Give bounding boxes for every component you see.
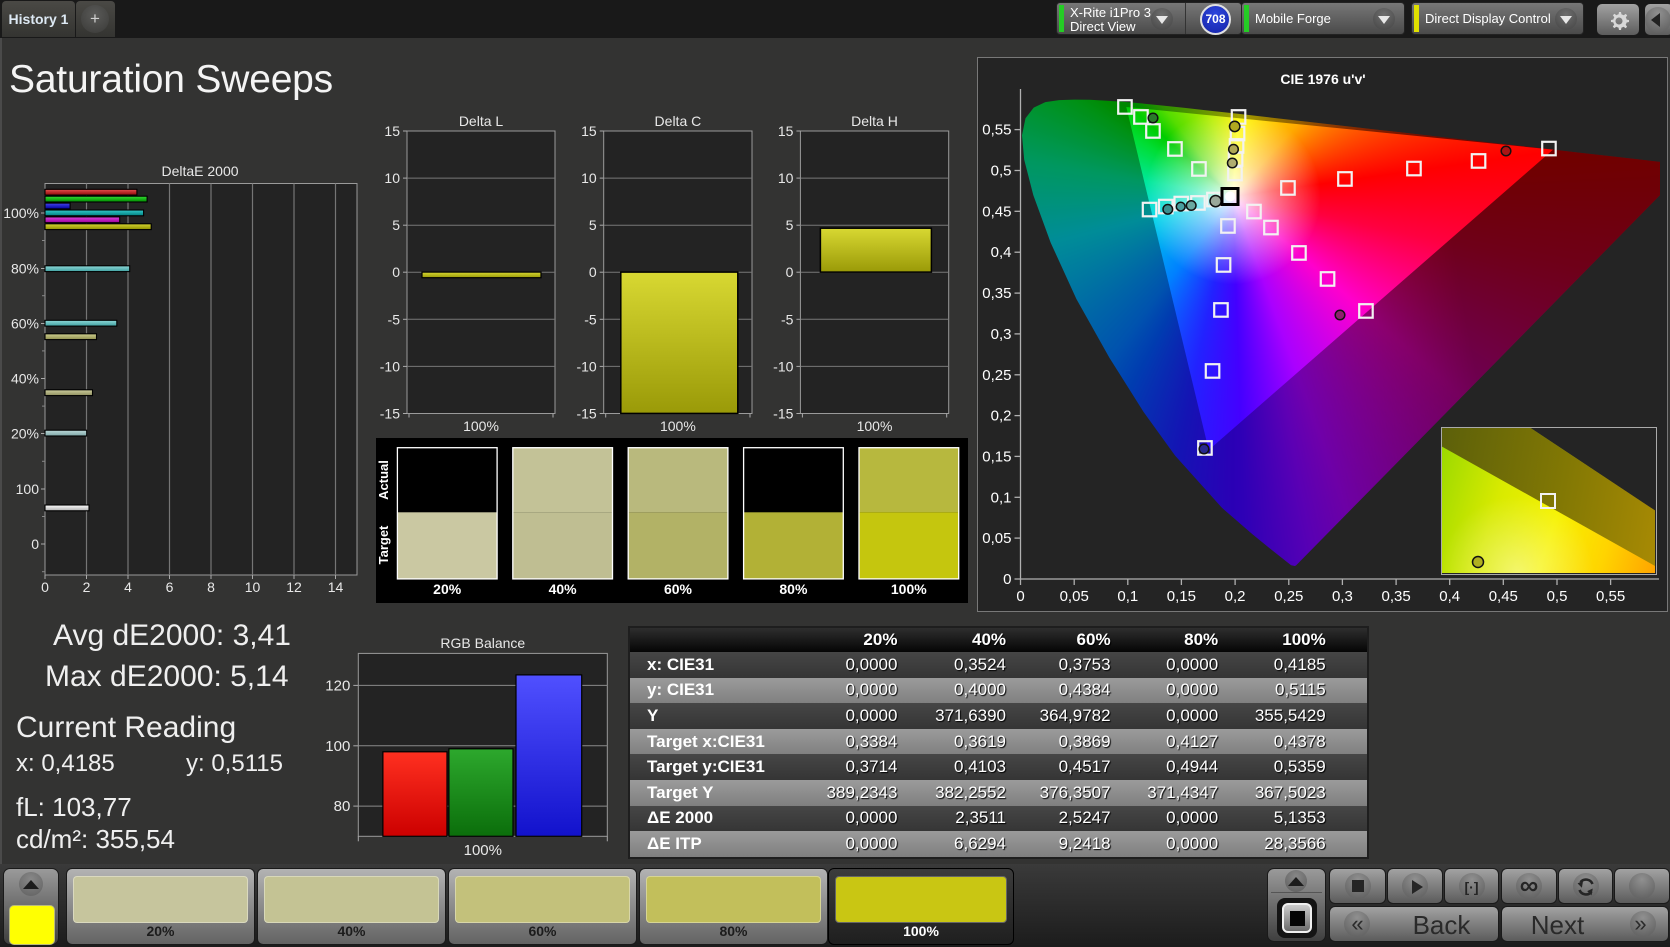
svg-text:4: 4 <box>124 579 132 595</box>
svg-text:-15: -15 <box>576 406 596 422</box>
svg-text:0,15: 0,15 <box>982 448 1011 465</box>
svg-text:0,45: 0,45 <box>982 203 1011 220</box>
svg-text:0,1: 0,1 <box>991 489 1012 506</box>
svg-text:8: 8 <box>207 579 215 595</box>
svg-text:-10: -10 <box>380 358 400 374</box>
svg-text:CIE 1976 u'v': CIE 1976 u'v' <box>1280 71 1365 87</box>
svg-text:5: 5 <box>392 217 400 233</box>
svg-text:60%: 60% <box>664 581 693 597</box>
svg-text:0,3: 0,3 <box>1332 588 1353 605</box>
svg-text:10: 10 <box>581 170 597 186</box>
svg-text:0: 0 <box>31 536 39 552</box>
svg-text:0,55: 0,55 <box>982 122 1011 139</box>
svg-text:6: 6 <box>166 579 174 595</box>
svg-text:40%: 40% <box>549 581 578 597</box>
svg-text:15: 15 <box>778 123 794 139</box>
svg-text:10: 10 <box>778 170 794 186</box>
svg-text:10: 10 <box>384 170 400 186</box>
svg-text:80: 80 <box>334 798 351 815</box>
svg-text:0: 0 <box>41 579 49 595</box>
svg-text:0,25: 0,25 <box>982 367 1011 384</box>
svg-text:15: 15 <box>581 123 597 139</box>
svg-text:5: 5 <box>589 217 597 233</box>
svg-text:Target: Target <box>376 525 391 564</box>
svg-text:0,05: 0,05 <box>1060 588 1089 605</box>
svg-text:120: 120 <box>325 677 350 694</box>
svg-text:0: 0 <box>392 264 400 280</box>
svg-text:0: 0 <box>589 264 597 280</box>
svg-text:0,1: 0,1 <box>1117 588 1138 605</box>
svg-text:100%: 100% <box>3 205 39 221</box>
svg-text:100%: 100% <box>891 581 927 597</box>
svg-text:100%: 100% <box>660 418 696 434</box>
svg-text:0,2: 0,2 <box>1225 588 1246 605</box>
svg-text:100: 100 <box>16 481 40 497</box>
svg-text:10: 10 <box>245 579 261 595</box>
svg-text:20%: 20% <box>11 426 39 442</box>
svg-text:-10: -10 <box>773 358 793 374</box>
svg-text:0,25: 0,25 <box>1274 588 1303 605</box>
svg-text:0,4: 0,4 <box>1439 588 1460 605</box>
svg-text:0,3: 0,3 <box>991 326 1012 343</box>
svg-text:-5: -5 <box>781 311 794 327</box>
svg-text:60%: 60% <box>11 316 39 332</box>
svg-text:-5: -5 <box>388 311 401 327</box>
svg-text:0,5: 0,5 <box>991 163 1012 180</box>
svg-text:0: 0 <box>1003 571 1011 588</box>
svg-text:-15: -15 <box>380 406 400 422</box>
svg-text:5: 5 <box>786 217 794 233</box>
svg-text:100: 100 <box>325 738 350 755</box>
svg-text:0,5: 0,5 <box>1547 588 1568 605</box>
svg-text:0,15: 0,15 <box>1167 588 1196 605</box>
svg-text:0,2: 0,2 <box>991 408 1012 425</box>
svg-text:100%: 100% <box>464 842 502 859</box>
svg-text:0: 0 <box>1016 588 1024 605</box>
svg-text:100%: 100% <box>463 418 499 434</box>
svg-text:RGB Balance: RGB Balance <box>440 635 525 651</box>
svg-text:-5: -5 <box>584 311 597 327</box>
svg-text:0,4: 0,4 <box>991 244 1012 261</box>
svg-text:15: 15 <box>384 123 400 139</box>
svg-text:2: 2 <box>83 579 91 595</box>
svg-text:0,45: 0,45 <box>1489 588 1518 605</box>
svg-text:0,05: 0,05 <box>982 530 1011 547</box>
svg-text:0,35: 0,35 <box>982 285 1011 302</box>
svg-text:12: 12 <box>286 579 302 595</box>
svg-text:Delta H: Delta H <box>851 113 898 129</box>
svg-text:0,35: 0,35 <box>1381 588 1410 605</box>
svg-text:-15: -15 <box>773 406 793 422</box>
svg-text:100%: 100% <box>857 418 893 434</box>
svg-text:80%: 80% <box>779 581 808 597</box>
svg-text:-10: -10 <box>576 358 596 374</box>
svg-text:DeltaE 2000: DeltaE 2000 <box>161 163 238 179</box>
svg-text:20%: 20% <box>433 581 462 597</box>
svg-text:Delta C: Delta C <box>655 113 702 129</box>
svg-text:Actual: Actual <box>376 460 391 500</box>
svg-text:40%: 40% <box>11 371 39 387</box>
svg-text:14: 14 <box>328 579 344 595</box>
svg-text:0,55: 0,55 <box>1596 588 1625 605</box>
svg-text:0: 0 <box>786 264 794 280</box>
svg-text:Delta L: Delta L <box>459 113 504 129</box>
svg-text:80%: 80% <box>11 261 39 277</box>
